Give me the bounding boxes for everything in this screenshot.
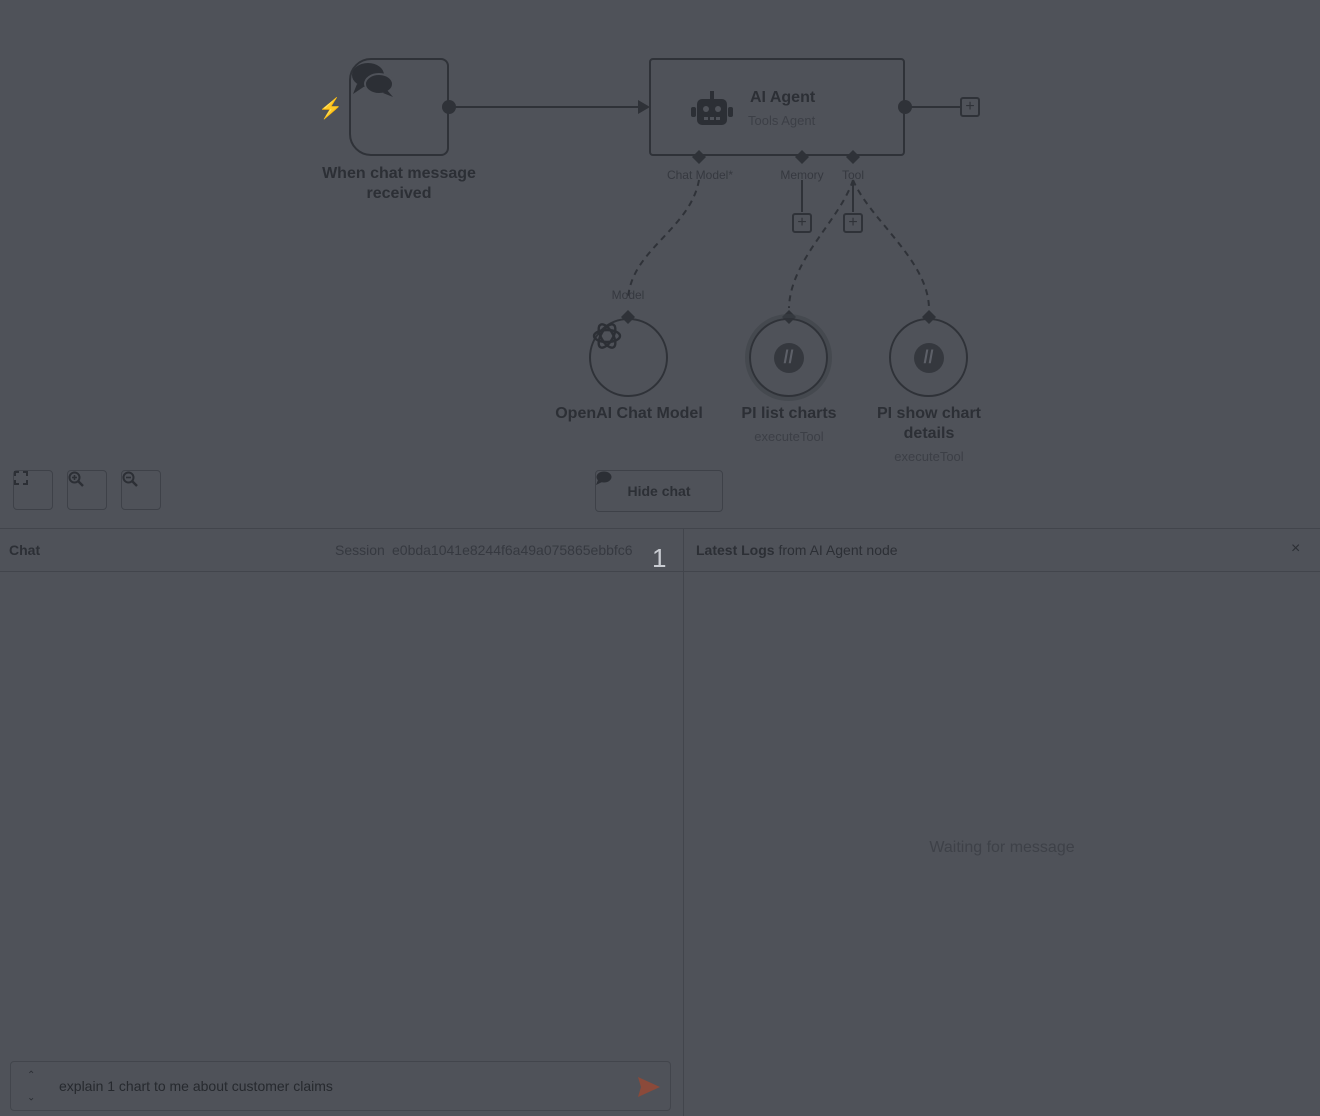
history-up-icon[interactable]: ⌃ [27,1070,35,1081]
trigger-node-label: When chat message received [322,165,476,202]
openai-chat-model-node[interactable] [589,318,668,397]
pi-list-charts-node[interactable]: // [749,318,828,397]
openai-icon [592,323,622,349]
trigger-node[interactable] [349,58,449,156]
mcp-tool-icon: // [773,342,804,373]
chat-input-box: ⌃ ⌃ explain 1 chart to me about customer… [10,1061,671,1111]
chat-bubble-icon [596,471,612,485]
model-port-label: Model [611,288,645,302]
fit-view-button[interactable] [13,470,53,510]
openai-chat-model-label: OpenAI Chat Model [555,405,703,422]
fit-view-icon [14,471,28,485]
zoom-in-icon [68,471,84,487]
logs-empty-message: Waiting for message [929,839,1075,856]
send-icon[interactable] [638,1077,660,1097]
robot-icon [691,91,733,125]
ai-agent-subtitle: Tools Agent [748,113,816,128]
agent-add-button[interactable]: + [960,97,980,117]
tool-port-label: Tool [841,168,864,182]
zoom-out-button[interactable] [121,470,161,510]
logs-title-source: from AI Agent node [778,542,898,558]
chat-panel: Chat Session e0bda1041e8244f6a49a075865e… [0,528,684,1116]
session-id[interactable]: e0bda1041e8244f6a49a075865ebbfc6 [392,542,633,558]
pi-show-chart-details-label: PI show chart details [876,405,982,442]
pi-show-chart-details-subtitle: executeTool [894,449,964,464]
memory-add-button[interactable]: + [792,213,812,233]
chat-input[interactable]: explain 1 chart to me about customer cla… [59,1078,333,1094]
session-badge: 1 [652,543,667,573]
history-down-icon[interactable]: ⌃ [27,1090,35,1101]
zoom-in-button[interactable] [67,470,107,510]
chat-bubbles-icon [352,63,394,97]
logs-panel: Latest Logs from AI Agent node × Waiting… [684,528,1320,1116]
chat-model-port-label: Chat Model* [666,168,734,182]
trigger-bolt-icon: ⚡ [318,98,343,120]
workflow-canvas[interactable]: ⚡ When chat message received AI Agent To… [0,0,1320,528]
chat-title: Chat [9,542,41,558]
chat-header: Chat Session e0bda1041e8244f6a49a075865e… [0,529,683,573]
ai-agent-node[interactable]: AI Agent Tools Agent [649,58,905,156]
ai-agent-title: AI Agent [750,89,816,106]
hide-chat-label: Hide chat [627,483,691,499]
zoom-out-icon [122,471,138,487]
mcp-tool-icon: // [913,342,944,373]
tool-add-button[interactable]: + [843,213,863,233]
logs-header: Latest Logs from AI Agent node × [684,529,1320,572]
hide-chat-button[interactable]: Hide chat [595,470,723,512]
logs-title: Latest Logs [696,542,775,558]
pi-show-chart-details-node[interactable]: // [889,318,968,397]
close-logs-button[interactable]: × [1291,540,1300,558]
memory-port-label: Memory [780,168,824,182]
session-label: Session [335,542,385,558]
pi-list-charts-label: PI list charts [741,405,837,422]
pi-list-charts-subtitle: executeTool [754,429,824,444]
